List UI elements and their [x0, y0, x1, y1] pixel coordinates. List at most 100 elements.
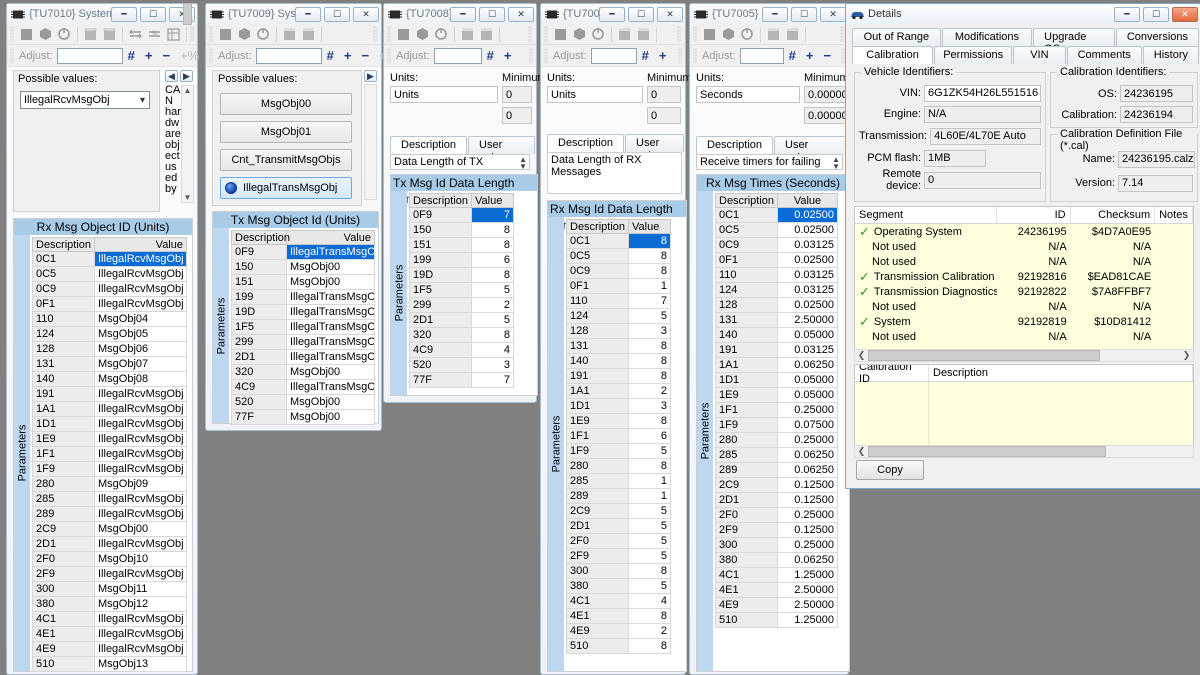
cell-value[interactable]: MsgObj00: [286, 409, 375, 425]
table-row[interactable]: 380 MsgObj12: [32, 596, 187, 612]
cell-description[interactable]: 299: [409, 297, 472, 313]
cell-value[interactable]: 2.50000: [777, 597, 838, 613]
table-row[interactable]: [855, 382, 1193, 398]
table-row[interactable]: 199IllegalTransMsgObj: [231, 289, 375, 305]
cell-description[interactable]: 124: [32, 326, 95, 342]
cell-value[interactable]: IllegalTransMsgObj: [286, 304, 375, 320]
table-row[interactable]: 4E1 IllegalRcvMsgObj: [32, 626, 187, 642]
table-row[interactable]: 77F MsgObj00: [231, 409, 375, 425]
cell-value[interactable]: IllegalTransMsgObj: [286, 334, 375, 350]
maximize-button[interactable]: ☐: [1143, 6, 1169, 22]
maximum-field[interactable]: 0.00000: [804, 107, 849, 124]
cell-value[interactable]: 0.02500: [777, 207, 838, 223]
hash-icon[interactable]: #: [128, 48, 135, 63]
cell-description[interactable]: 128: [715, 297, 778, 313]
minimize-button[interactable]: ━: [1114, 6, 1140, 22]
cell-description[interactable]: 1F1: [32, 446, 95, 462]
cell-description[interactable]: 2F9: [32, 566, 95, 582]
table-row[interactable]: 1D1 IllegalRcvMsgObj: [32, 416, 187, 432]
table-row[interactable]: 1E9 8: [566, 413, 671, 429]
close-button[interactable]: ✕: [820, 6, 846, 22]
maximize-button[interactable]: ☐: [628, 6, 654, 22]
cell-value[interactable]: 1: [628, 473, 671, 489]
parameters-tab-vertical[interactable]: Parameters: [14, 235, 30, 671]
hash-icon[interactable]: #: [642, 48, 649, 63]
toolbar-grip[interactable]: [10, 26, 14, 42]
units-field[interactable]: Units: [547, 86, 643, 103]
cell-value[interactable]: 0.12500: [777, 477, 838, 493]
scrollbar-thumb[interactable]: [183, 3, 192, 25]
table-row[interactable]: 191 IllegalRcvMsgObj: [32, 386, 187, 402]
calibration-listview[interactable]: Calibration ID Description: [854, 364, 1194, 448]
cell-description[interactable]: 4E1: [566, 608, 629, 624]
cell-description[interactable]: 124: [715, 282, 778, 298]
tab-description[interactable]: Description: [696, 136, 774, 154]
toolbar-adjust-tu7007[interactable]: Adjust: # +: [541, 45, 685, 67]
minimize-button[interactable]: ━: [599, 6, 625, 22]
spinner-icon[interactable]: ▲ ▼: [519, 156, 527, 170]
table-row[interactable]: 2D1 IllegalRcvMsgObj: [32, 536, 187, 552]
cell-description[interactable]: 285: [32, 491, 95, 507]
cell-value[interactable]: MsgObj13: [94, 656, 187, 672]
cell-value[interactable]: 1: [628, 278, 671, 294]
table-row[interactable]: 1A1 0.06250: [715, 357, 838, 373]
cell-value[interactable]: IllegalRcvMsgObj: [94, 431, 187, 447]
cell-value[interactable]: MsgObj04: [94, 311, 187, 327]
cell-description[interactable]: 0F9: [409, 207, 472, 223]
cell-description[interactable]: 4E1: [32, 626, 95, 642]
cell-value[interactable]: MsgObj07: [94, 356, 187, 372]
refresh-icon[interactable]: [589, 25, 607, 43]
cell-value[interactable]: 8: [628, 458, 671, 474]
cell-value[interactable]: 4: [628, 593, 671, 609]
stop-icon[interactable]: [394, 25, 412, 43]
cell-value[interactable]: 8: [628, 353, 671, 369]
minimum-field[interactable]: 0: [502, 86, 532, 103]
close-button[interactable]: ✕: [1172, 6, 1198, 22]
table-row[interactable]: 4E9 2.50000: [715, 597, 838, 613]
cell-value[interactable]: 8: [628, 563, 671, 579]
cell-description[interactable]: 199: [231, 289, 287, 305]
engine-field[interactable]: N/A: [924, 105, 1041, 123]
refresh-icon[interactable]: [55, 25, 73, 43]
cell-value[interactable]: 0.25000: [777, 432, 838, 448]
window-details[interactable]: Details ━ ☐ ✕ Out of Range Modifications…: [845, 3, 1200, 489]
cell-value[interactable]: 5: [628, 518, 671, 534]
cell-description[interactable]: 320: [409, 327, 472, 343]
cell-value[interactable]: MsgObj12: [94, 596, 187, 612]
cell-description[interactable]: 4C1: [32, 611, 95, 627]
cell-description[interactable]: 0F1: [715, 252, 778, 268]
cal-version-field[interactable]: 7.14: [1118, 174, 1193, 192]
cell-description[interactable]: 300: [566, 563, 629, 579]
table-row[interactable]: 191 8: [566, 368, 671, 384]
table-row[interactable]: 4E1 8: [566, 608, 671, 624]
cell-description[interactable]: 151: [409, 237, 472, 253]
tab-vin[interactable]: VIN: [1013, 46, 1066, 64]
stop-icon[interactable]: [17, 25, 35, 43]
compare-icon[interactable]: [126, 25, 144, 43]
table-row[interactable]: 191 0.03125: [715, 342, 838, 358]
cell-value[interactable]: IllegalRcvMsgObj: [94, 386, 187, 402]
minus-icon[interactable]: −: [823, 48, 831, 63]
tab-permissions[interactable]: Permissions: [934, 46, 1013, 64]
cal-file-icon[interactable]: [615, 25, 633, 43]
table-row[interactable]: 0C9 0.03125: [715, 237, 838, 253]
toolbar-adjust-tu7010[interactable]: Adjust: # + − +% -%: [7, 45, 225, 67]
cell-value[interactable]: IllegalRcvMsgObj: [94, 446, 187, 462]
table-row[interactable]: 19D 8: [409, 267, 514, 283]
table-row[interactable]: 1E9 0.05000: [715, 387, 838, 403]
table-row[interactable]: 320 MsgObj00: [231, 364, 375, 380]
table-row[interactable]: 0C5 8: [566, 248, 671, 264]
cell-description[interactable]: 110: [566, 293, 629, 309]
cell-value[interactable]: 5: [471, 282, 514, 298]
table-row[interactable]: 151 MsgObj00: [231, 274, 375, 290]
cell-description[interactable]: 300: [32, 581, 95, 597]
transmission-field[interactable]: 4L60E/4L70E Auto: [930, 127, 1041, 145]
rx-msg-data-length-table[interactable]: Description Value 0C1 8 0C5 8 0C9 8 0F1 1 110 7 12…: [566, 219, 671, 654]
cell-description[interactable]: 1F9: [32, 461, 95, 477]
cell-value[interactable]: 5: [628, 443, 671, 459]
cell-value[interactable]: 1: [628, 488, 671, 504]
description-text-tu7007[interactable]: Data Length of RX Messages: [547, 152, 682, 194]
cal-file-icon[interactable]: [458, 25, 476, 43]
cell-value[interactable]: 8: [471, 267, 514, 283]
table-row[interactable]: 2C9 5: [566, 503, 671, 519]
